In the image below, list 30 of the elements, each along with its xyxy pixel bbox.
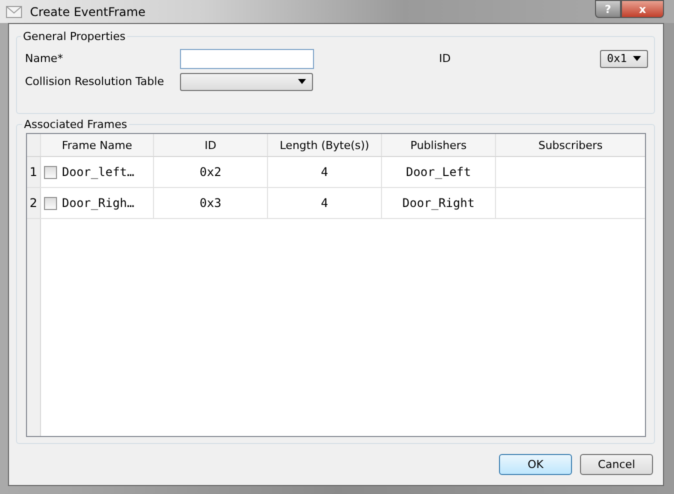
checkbox[interactable] — [44, 196, 57, 210]
envelope-icon — [6, 6, 22, 18]
column-header[interactable]: Publishers — [382, 134, 496, 156]
field-label: Name* — [25, 52, 64, 65]
column-header[interactable]: Length (Byte(s)) — [268, 134, 382, 156]
table-cell: 4 — [320, 196, 328, 210]
column-header[interactable]: Subscribers — [496, 134, 645, 156]
window-title: Create EventFrame — [30, 4, 146, 18]
table-cell: 4 — [320, 165, 328, 179]
column-header[interactable]: ID — [154, 134, 268, 156]
group-title: General Properties — [22, 30, 126, 43]
close-button[interactable]: x — [621, 0, 664, 18]
column-header[interactable]: Frame Name — [41, 134, 154, 156]
name-field[interactable] — [180, 48, 314, 68]
collision-table-dropdown[interactable] — [180, 72, 313, 90]
group-title: Associated Frames — [23, 118, 128, 131]
dialog-button[interactable]: OK — [499, 454, 572, 475]
checkbox[interactable] — [44, 166, 57, 178]
field-label: ID — [439, 52, 451, 65]
id-dropdown[interactable]: 0x1 — [600, 50, 648, 68]
table-cell: Door_Righ… — [62, 196, 134, 210]
table-cell: Door_Right — [402, 196, 475, 210]
dialog-button[interactable]: Cancel — [580, 454, 653, 475]
table-cell: 0x2 — [200, 165, 222, 179]
row-number: 1 — [27, 157, 41, 187]
table-cell: 0x3 — [200, 196, 222, 210]
field-label: Collision Resolution Table — [25, 75, 165, 88]
row-number: 2 — [27, 188, 41, 218]
table-cell: Door_left… — [62, 165, 134, 179]
table-cell: Door_Left — [406, 165, 472, 179]
